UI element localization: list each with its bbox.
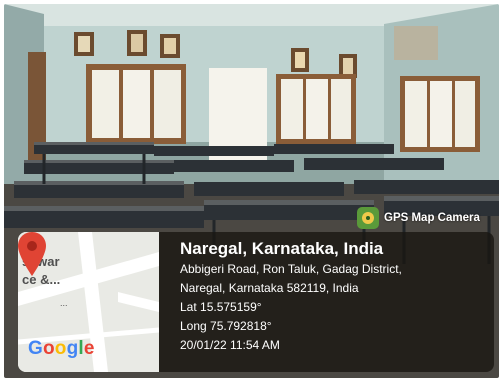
- location-details: Naregal, Karnataka, India Abbigeri Road,…: [180, 238, 490, 355]
- gps-map-camera-badge: GPS Map Camera: [357, 205, 493, 231]
- address-line-2: Naregal, Karnataka 582119, India: [180, 281, 359, 295]
- timestamp: 20/01/22 11:54 AM: [180, 338, 280, 352]
- latitude: Lat 15.575159°: [180, 300, 262, 314]
- map-label-dots: ...: [60, 298, 68, 308]
- map-thumbnail: shwar ce &... ... Google: [18, 232, 159, 372]
- map-pin-icon: [18, 232, 46, 276]
- longitude: Long 75.792818°: [180, 319, 272, 333]
- address-line-1: Abbigeri Road, Ron Taluk, Gadag District…: [180, 262, 402, 276]
- app-name: GPS Map Camera: [384, 212, 480, 224]
- google-logo: Google: [28, 338, 95, 359]
- camera-icon: [357, 207, 379, 229]
- location-title: Naregal, Karnataka, India: [180, 239, 384, 258]
